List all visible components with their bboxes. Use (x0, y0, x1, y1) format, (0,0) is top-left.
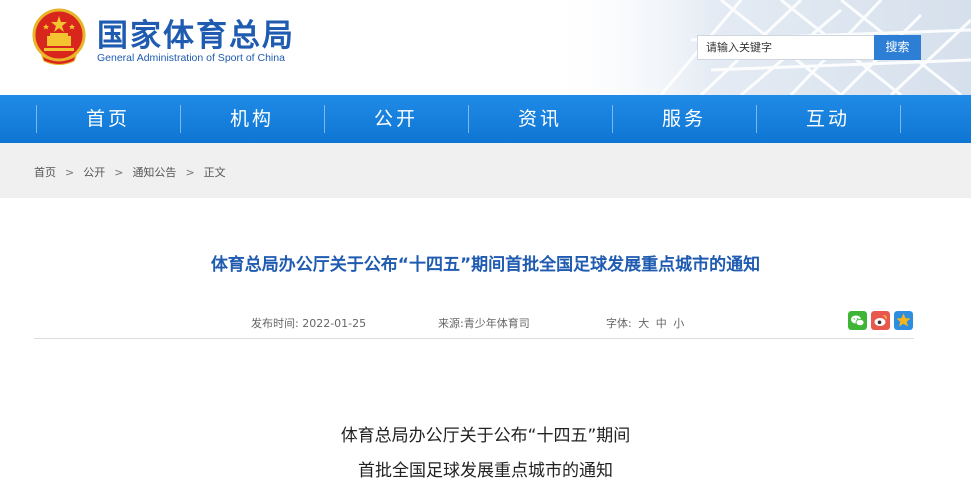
site-subtitle: General Administration of Sport of China (97, 52, 285, 64)
site-title[interactable]: 国家体育总局 (97, 10, 295, 55)
publish-date: 2022-01-25 (302, 317, 367, 330)
body-heading-line-1: 体育总局办公厅关于公布“十四五”期间 (340, 426, 631, 446)
font-medium-button[interactable]: 中 (656, 317, 667, 330)
nav-item-public[interactable]: 公开 (324, 95, 468, 143)
nav-item-organization[interactable]: 机构 (180, 95, 324, 143)
site-header: 国家体育总局 General Administration of Sport o… (0, 0, 971, 95)
font-size-controls: 字体: 大 中 小 (606, 315, 684, 331)
search-button[interactable]: 搜索 (874, 35, 921, 60)
nav-item-services[interactable]: 服务 (612, 95, 756, 143)
breadcrumb-home[interactable]: 首页 (34, 164, 56, 180)
publish-label: 发布时间: (251, 317, 299, 330)
breadcrumb-bar: 首页 > 公开 > 通知公告 > 正文 (0, 143, 971, 198)
nav-item-news[interactable]: 资讯 (468, 95, 612, 143)
nav-item-home[interactable]: 首页 (36, 95, 180, 143)
source-value: 青少年体育司 (463, 317, 530, 330)
body-heading-line-2: 首批全国足球发展重点城市的通知 (358, 461, 613, 481)
breadcrumb-public[interactable]: 公开 (83, 164, 105, 180)
article-divider (34, 338, 914, 339)
font-small-button[interactable]: 小 (673, 317, 684, 330)
search-input[interactable] (698, 36, 874, 59)
weibo-icon[interactable] (871, 311, 890, 330)
breadcrumb-current: 正文 (203, 166, 226, 179)
search-box (697, 35, 875, 60)
breadcrumb-separator: > (185, 166, 195, 179)
nav-item-interaction[interactable]: 互动 (756, 95, 900, 143)
qzone-icon[interactable] (894, 311, 913, 330)
source-meta: 来源:青少年体育司 (438, 315, 530, 331)
breadcrumb-separator: > (65, 166, 75, 179)
font-large-button[interactable]: 大 (638, 317, 649, 330)
source-label: 来源: (438, 317, 464, 330)
breadcrumb-separator: > (114, 166, 124, 179)
publish-date-meta: 发布时间: 2022-01-25 (251, 315, 366, 331)
national-emblem-icon (32, 8, 86, 65)
article-title: 体育总局办公厅关于公布“十四五”期间首批全国足球发展重点城市的通知 (210, 255, 761, 275)
main-nav: 首页 机构 公开 资讯 服务 互动 (0, 95, 971, 143)
font-label: 字体: (606, 317, 632, 330)
wechat-icon[interactable] (848, 311, 867, 330)
breadcrumb-notices[interactable]: 通知公告 (132, 164, 176, 180)
breadcrumb: 首页 > 公开 > 通知公告 > 正文 (34, 164, 226, 180)
nav-divider (900, 105, 901, 133)
